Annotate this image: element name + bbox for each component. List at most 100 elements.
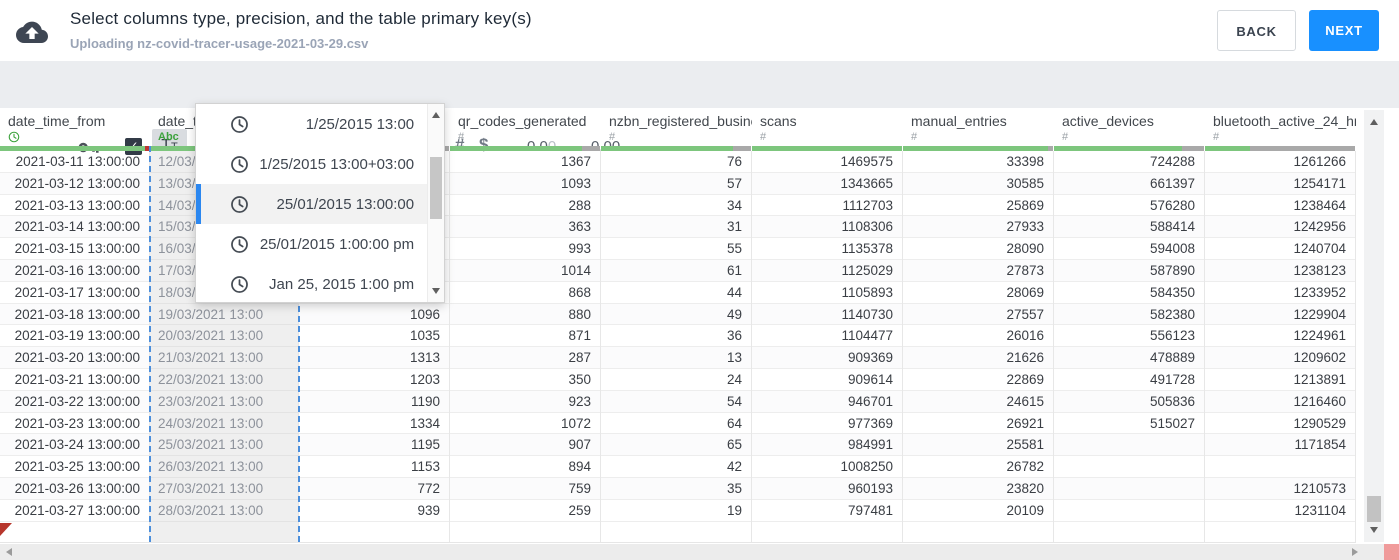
table-cell (1054, 477, 1204, 500)
table-cell: 491728 (1054, 369, 1204, 391)
table-cell (1054, 500, 1204, 522)
selected-column-left-border (149, 146, 151, 542)
table-cell: 1093 (450, 172, 600, 195)
dropdown-option[interactable]: Jan 25, 2015 1:00 pm (196, 264, 427, 304)
table-cell: 24615 (903, 390, 1053, 413)
table-cell: 28069 (903, 282, 1053, 304)
clock-icon (230, 235, 249, 254)
table-cell: 505836 (1054, 390, 1204, 413)
table-cell: 907 (450, 434, 600, 457)
scroll-left-arrow[interactable] (6, 548, 12, 556)
table-column[interactable]: date_time_from 2021-03-11 13:00:00 2021-03… (0, 110, 150, 542)
table-cell: 65 (601, 434, 751, 457)
table-cell: 26921 (903, 413, 1053, 435)
table-cell: 363 (450, 216, 600, 239)
column-type-toolbar: ✓ TT Date / time # $ →0.00 ←0.00 (0, 61, 1399, 163)
clock-icon (230, 115, 249, 134)
table-cell: 1014 (450, 259, 600, 282)
dropdown-option[interactable]: 1/25/2015 13:00 (196, 104, 427, 144)
table-cell: 28090 (903, 238, 1053, 260)
table-cell: 55 (601, 238, 751, 260)
table-cell: 1140730 (752, 303, 902, 326)
table-cell: 2021-03-14 13:00:00 (0, 216, 149, 239)
table-cell: 772 (299, 477, 449, 500)
column-cells: 76 57 34 31 55 61 44 49 36 13 24 54 64 65 42 35 19 (601, 151, 752, 542)
scroll-up-arrow[interactable] (1370, 119, 1378, 125)
table-cell: 909614 (752, 369, 902, 391)
column-name: nzbn_registered_busine (609, 113, 752, 129)
table-cell: 1135378 (752, 238, 902, 260)
type-dropdown-list: 1/25/2015 13:00 1/25/2015 13:00+03:00 25/0… (196, 104, 428, 304)
table-cell: 1112703 (752, 195, 902, 217)
table-cell: 1190 (299, 390, 449, 413)
next-button[interactable]: NEXT (1309, 10, 1379, 51)
table-cell: 977369 (752, 413, 902, 435)
vertical-scrollbar-thumb[interactable] (1367, 496, 1381, 522)
table-cell (1054, 456, 1204, 478)
table-cell: 1209602 (1205, 347, 1355, 369)
scroll-right-arrow[interactable] (1352, 548, 1358, 556)
table-cell: 1242956 (1205, 216, 1355, 239)
table-cell: 61 (601, 259, 751, 282)
table-column[interactable]: manual_entries #33398 30585 25869 27933 28090… (903, 110, 1054, 542)
table-cell: 24/03/2021 13:00 (150, 413, 298, 435)
table-cell: 28/03/2021 13:00 (150, 500, 298, 522)
table-cell: 759 (450, 477, 600, 500)
back-button[interactable]: BACK (1217, 10, 1296, 51)
table-cell: 1261266 (1205, 151, 1355, 173)
clock-icon (230, 195, 249, 214)
table-cell: 2021-03-16 13:00:00 (0, 259, 149, 282)
scroll-down-arrow[interactable] (1370, 527, 1378, 533)
column-type-indicator: # (458, 131, 465, 143)
table-column[interactable]: active_devices #724288 661397 576280 588414 5… (1054, 110, 1205, 542)
table-cell: 1153 (299, 456, 449, 478)
dropdown-scrollbar-thumb[interactable] (430, 157, 443, 219)
table-cell: 724288 (1054, 151, 1204, 173)
scroll-up-arrow[interactable] (432, 112, 441, 118)
table-cell: 880 (450, 303, 600, 326)
clock-icon (230, 155, 249, 174)
dropdown-option[interactable]: 25/01/2015 1:00:00 pm (196, 224, 427, 264)
table-cell: 13 (601, 347, 751, 369)
table-cell: 923 (450, 390, 600, 413)
table-cell: 27873 (903, 259, 1053, 282)
table-cell: 1105893 (752, 282, 902, 304)
table-cell: 25/03/2021 13:00 (150, 434, 298, 457)
dropdown-option[interactable]: 25/01/2015 13:00:00 (196, 184, 428, 224)
table-column[interactable]: nzbn_registered_busine #76 57 34 31 55 61 44 49 3… (601, 110, 752, 542)
dropdown-option[interactable]: 1/25/2015 13:00+03:00 (196, 144, 427, 184)
table-cell: 27933 (903, 216, 1053, 239)
table-cell: 1125029 (752, 259, 902, 282)
table-cell: 576280 (1054, 195, 1204, 217)
horizontal-scrollbar[interactable] (0, 544, 1384, 560)
table-cell: 582380 (1054, 303, 1204, 326)
table-cell: 34 (601, 195, 751, 217)
table-cell: 27/03/2021 13:00 (150, 478, 298, 500)
table-column[interactable]: bluetooth_active_24_hr_ #1261266 1254171 12… (1205, 110, 1356, 542)
table-cell: 2021-03-11 13:00:00 (0, 151, 149, 173)
csv-upload-wizard: Select columns type, precision, and the … (0, 0, 1399, 560)
table-cell (1205, 456, 1355, 478)
selected-option-accent (196, 184, 201, 224)
table-cell: 31 (601, 216, 751, 239)
column-type-indicator: # (609, 131, 616, 143)
table-cell: 2021-03-13 13:00:00 (0, 195, 149, 217)
scroll-down-arrow[interactable] (432, 288, 441, 294)
page-header: Select columns type, precision, and the … (0, 0, 1399, 61)
vertical-scrollbar[interactable] (1364, 110, 1384, 542)
column-type-indicator (0, 131, 150, 146)
dropdown-scrollbar[interactable] (427, 104, 444, 302)
table-cell: 2021-03-19 13:00:00 (0, 325, 149, 348)
table-cell: 993 (450, 238, 600, 260)
table-cell: 1008250 (752, 456, 902, 478)
table-cell: 946701 (752, 390, 902, 413)
table-cell: 1224961 (1205, 325, 1355, 348)
table-cell: 939 (299, 500, 449, 522)
table-cell: 587890 (1054, 259, 1204, 282)
table-cell: 1096 (299, 303, 449, 326)
quality-bar-segment-green (601, 146, 733, 151)
table-column[interactable]: qr_codes_generated #1367 1093 288 363 993 1014… (450, 110, 601, 542)
table-cell: 22869 (903, 369, 1053, 391)
table-column[interactable]: scans #1469575 1343665 1112703 1108306 113537… (752, 110, 903, 542)
dropdown-option-label: 1/25/2015 13:00 (305, 115, 415, 133)
